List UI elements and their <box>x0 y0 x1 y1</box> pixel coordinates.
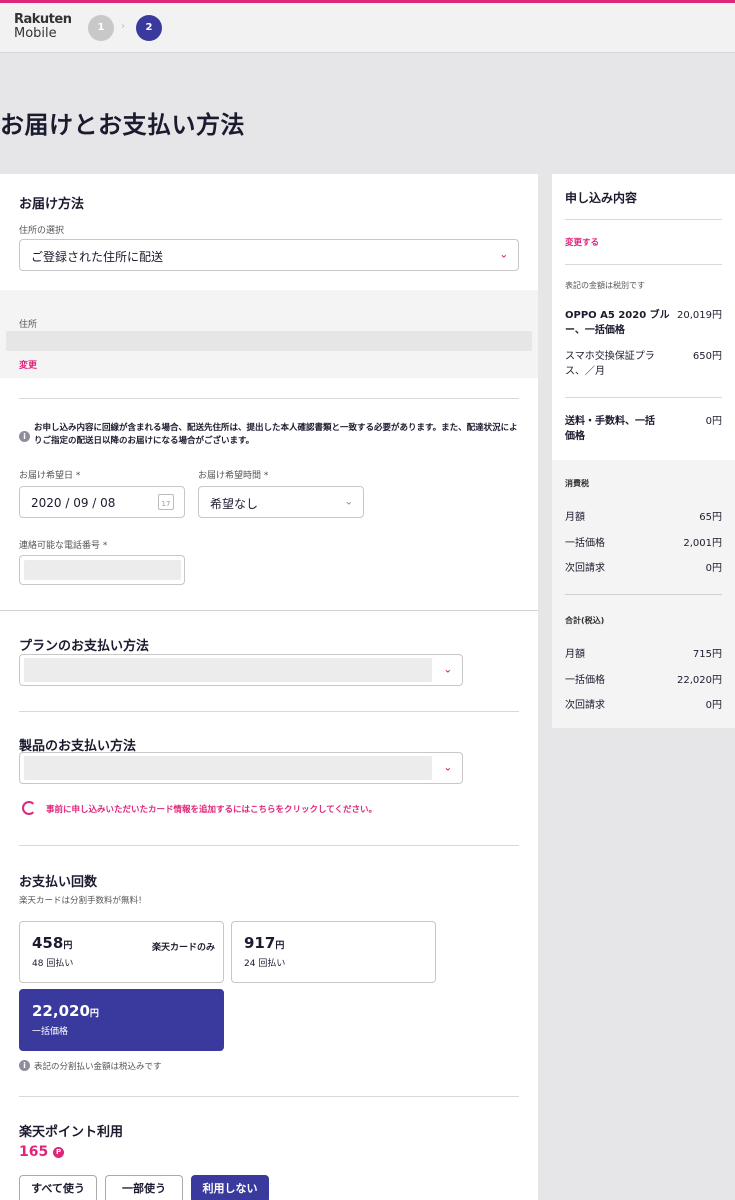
total-row: 次回請求 0円 <box>565 700 722 711</box>
installment-amount: 917円 <box>244 934 285 952</box>
address-select-label: 住所の選択 <box>19 226 65 236</box>
installment-count: 24 回払い <box>244 959 286 969</box>
chevron-down-icon: ⌄ <box>443 762 452 774</box>
delivery-notice: お申し込み内容に回線が含まれる場合、配送先住所は、提出した本人確認書類と一致する… <box>34 423 518 446</box>
divider <box>19 1096 519 1097</box>
plan-payment-title: プランのお支払い方法 <box>19 639 150 654</box>
installments-title: お支払い回数 <box>19 875 98 890</box>
calendar-icon[interactable]: 17 <box>158 494 174 510</box>
divider <box>19 398 519 399</box>
shipping-price: 0円 <box>705 416 722 427</box>
add-card-link[interactable]: 事前に申し込みいただいたカード情報を追加するにはこちらをクリックしてください。 <box>46 803 377 815</box>
total-label: 合計(税込) <box>565 616 605 625</box>
summary-item: OPPO A5 2020 ブルー、一括価格 20,019円 <box>565 308 722 338</box>
use-all-points-button[interactable]: すべて使う <box>19 1175 97 1200</box>
address-select[interactable]: ご登録された住所に配送 ⌄ <box>19 239 519 271</box>
summary-item-price: 20,019円 <box>677 310 722 321</box>
main-form-card: お届け方法 住所の選択 ご登録された住所に配送 ⌄ 住所 変更 i お申し込み内… <box>0 174 538 1200</box>
rakuten-mobile-logo[interactable]: Rakuten Mobile <box>14 12 72 41</box>
info-icon: i <box>19 1060 30 1071</box>
points-title: 楽天ポイント利用 <box>19 1125 124 1140</box>
delivery-date-input[interactable]: 2020 / 09 / 08 17 <box>19 486 185 518</box>
step-2-indicator: 2 <box>136 15 162 41</box>
points-value: 165 P <box>19 1144 65 1160</box>
installment-count: 48 回払い <box>32 959 74 969</box>
product-payment-value-redacted <box>24 756 432 780</box>
delivery-date-value: 2020 / 09 / 08 <box>31 496 116 510</box>
delivery-time-value: 希望なし <box>210 497 259 511</box>
address-label: 住所 <box>19 320 38 330</box>
installment-amount: 22,020円 <box>32 1002 99 1020</box>
plan-payment-value-redacted <box>24 658 432 682</box>
delivery-time-select[interactable]: 希望なし ⌄ <box>198 486 364 518</box>
plan-payment-select[interactable]: ⌄ <box>19 654 463 686</box>
divider <box>565 219 722 220</box>
divider <box>565 397 722 398</box>
use-no-points-button[interactable]: 利用しない <box>191 1175 269 1200</box>
tax-label: 消費税 <box>565 479 589 488</box>
chevron-down-icon: ⌄ <box>499 249 508 261</box>
logo-line2: Mobile <box>14 26 57 41</box>
installments-note: 楽天カードは分割手数料が無料！ <box>19 896 147 906</box>
total-row: 一括価格 22,020円 <box>565 675 722 686</box>
delivery-date-label: お届け希望日 * <box>19 471 81 481</box>
page-title: お届けとお支払い方法 <box>0 111 245 139</box>
summary-shipping: 送料・手数料、一括価格 0円 <box>565 414 722 444</box>
order-summary-card: 申し込み内容 変更する 表記の金額は税別です OPPO A5 2020 ブルー、… <box>552 174 735 728</box>
installment-option-lump-sum[interactable]: 22,020円 一括価格 <box>19 989 224 1051</box>
refresh-icon[interactable] <box>22 801 36 815</box>
shipping-name: 送料・手数料、一括価格 <box>565 416 655 442</box>
rakuten-point-icon: P <box>53 1146 65 1158</box>
step-separator-icon: › <box>121 21 125 32</box>
installment-count: 一括価格 <box>32 1027 69 1037</box>
phone-label: 連絡可能な電話番号 * <box>19 541 108 551</box>
divider <box>565 594 722 595</box>
info-icon: i <box>19 431 30 442</box>
top-bar: Rakuten Mobile 1 › 2 <box>0 0 735 53</box>
summary-title: 申し込み内容 <box>565 191 638 205</box>
delivery-time-label: お届け希望時間 * <box>198 471 269 481</box>
rakuten-card-only-tag: 楽天カードのみ <box>151 943 215 953</box>
divider <box>565 264 722 265</box>
section-divider <box>0 610 538 611</box>
divider <box>19 711 519 712</box>
installment-amount: 458円 <box>32 934 73 952</box>
installment-option-24[interactable]: 917円 24 回払い <box>231 921 436 983</box>
summary-item-name: OPPO A5 2020 ブルー、一括価格 <box>565 310 670 336</box>
total-row: 月額 715円 <box>565 649 722 660</box>
address-change-link[interactable]: 変更 <box>19 358 37 371</box>
phone-input[interactable] <box>19 555 185 585</box>
tax-row: 月額 65円 <box>565 512 722 523</box>
address-select-value: ご登録された住所に配送 <box>31 250 164 264</box>
phone-value-redacted <box>24 560 181 580</box>
summary-item-price: 650円 <box>692 351 722 362</box>
chevron-down-icon: ⌄ <box>344 496 353 508</box>
delivery-section-title: お届け方法 <box>19 197 85 212</box>
tax-row: 次回請求 0円 <box>565 563 722 574</box>
installments-tax-note: 表記の分割払い金額は税込みです <box>34 1062 162 1072</box>
installment-option-48[interactable]: 458円 48 回払い 楽天カードのみ <box>19 921 224 983</box>
divider <box>19 845 519 846</box>
tax-excluded-note: 表記の金額は税別です <box>565 281 645 290</box>
summary-item: スマホ交換保証プラス、／月 650円 <box>565 349 722 379</box>
address-value-redacted <box>6 331 532 351</box>
product-payment-select[interactable]: ⌄ <box>19 752 463 784</box>
chevron-down-icon: ⌄ <box>443 664 452 676</box>
summary-change-link[interactable]: 変更する <box>565 236 599 248</box>
use-some-points-button[interactable]: 一部使う <box>105 1175 183 1200</box>
tax-row: 一括価格 2,001円 <box>565 538 722 549</box>
summary-item-name: スマホ交換保証プラス、／月 <box>565 351 655 377</box>
logo-line1: Rakuten <box>14 12 72 27</box>
step-1-indicator: 1 <box>88 15 114 41</box>
